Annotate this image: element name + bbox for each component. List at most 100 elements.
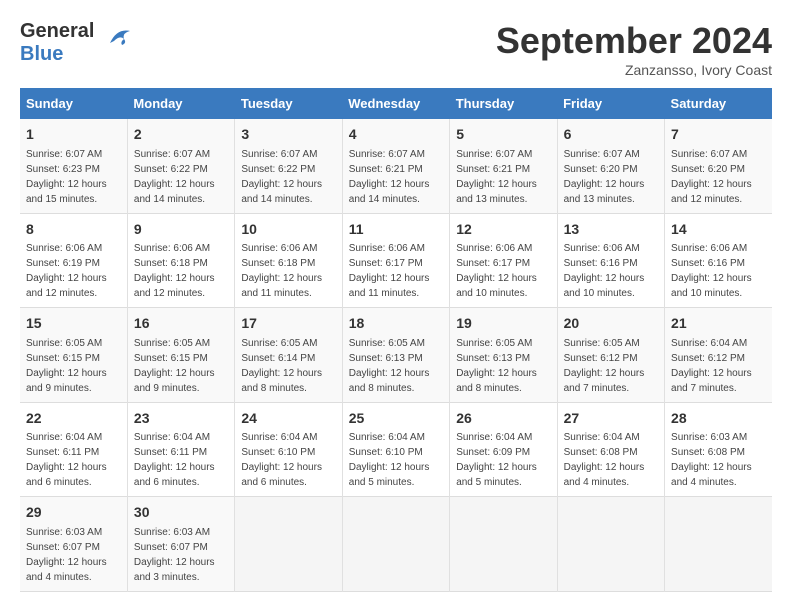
sunset-text: Sunset: 6:09 PM bbox=[456, 447, 530, 458]
day-number: 9 bbox=[134, 220, 228, 240]
sunrise-text: Sunrise: 6:06 AM bbox=[134, 243, 210, 254]
sunset-text: Sunset: 6:17 PM bbox=[456, 258, 530, 269]
daylight-text: Daylight: 12 hours and 8 minutes. bbox=[349, 368, 430, 394]
daylight-text: Daylight: 12 hours and 4 minutes. bbox=[564, 462, 645, 488]
sunrise-text: Sunrise: 6:04 AM bbox=[26, 432, 102, 443]
header-saturday: Saturday bbox=[665, 88, 772, 119]
day-number: 17 bbox=[241, 314, 335, 334]
calendar-week-row: 22Sunrise: 6:04 AMSunset: 6:11 PMDayligh… bbox=[20, 402, 772, 497]
month-title: September 2024 bbox=[496, 20, 772, 62]
daylight-text: Daylight: 12 hours and 13 minutes. bbox=[456, 179, 537, 205]
calendar-cell bbox=[450, 497, 557, 592]
calendar-cell: 15Sunrise: 6:05 AMSunset: 6:15 PMDayligh… bbox=[20, 308, 127, 403]
sunrise-text: Sunrise: 6:05 AM bbox=[134, 338, 210, 349]
day-number: 6 bbox=[564, 125, 658, 145]
calendar-week-row: 15 Sunrise: 6:05 AM Sunset: 6:15 PM Dayligh… bbox=[20, 308, 772, 403]
calendar-cell bbox=[665, 497, 772, 592]
sunrise-text: Sunrise: 6:07 AM bbox=[671, 149, 747, 160]
sunset-text: Sunset: 6:18 PM bbox=[134, 258, 208, 269]
daylight-text: Daylight: 12 hours and 8 minutes. bbox=[456, 368, 537, 394]
sunset-text: Sunset: 6:17 PM bbox=[349, 258, 423, 269]
sunset-text: Sunset: 6:12 PM bbox=[564, 353, 638, 364]
sunrise-text: Sunrise: 6:05 AM bbox=[564, 338, 640, 349]
daylight-text: Daylight: 12 hours and 3 minutes. bbox=[134, 557, 215, 583]
sunrise-text: Sunrise: 6:07 AM bbox=[134, 149, 210, 160]
calendar-cell: 20Sunrise: 6:05 AMSunset: 6:12 PMDayligh… bbox=[557, 308, 664, 403]
daylight-text: Daylight: 12 hours and 15 minutes. bbox=[26, 179, 107, 205]
sunset-text: Sunset: 6:23 PM bbox=[26, 164, 100, 175]
daylight-text: Daylight: 12 hours and 8 minutes. bbox=[241, 368, 322, 394]
day-number: 18 bbox=[349, 314, 443, 334]
sunset-text: Sunset: 6:14 PM bbox=[241, 353, 315, 364]
calendar-cell: 24 Sunrise: 6:04 AM Sunset: 6:10 PM Dayligh… bbox=[235, 402, 342, 497]
calendar-cell: 10Sunrise: 6:06 AMSunset: 6:18 PMDayligh… bbox=[235, 213, 342, 308]
calendar-cell: 7Sunrise: 6:07 AMSunset: 6:20 PMDaylight… bbox=[665, 119, 772, 213]
daylight-text: Daylight: 12 hours and 11 minutes. bbox=[349, 273, 430, 299]
calendar-cell: 8Sunrise: 6:06 AMSunset: 6:19 PMDaylight… bbox=[20, 213, 127, 308]
daylight-text: Daylight: 12 hours and 9 minutes. bbox=[134, 368, 215, 394]
sunset-text: Sunset: 6:11 PM bbox=[26, 447, 99, 458]
sunset-text: Sunset: 6:08 PM bbox=[564, 447, 638, 458]
sunset-text: Sunset: 6:10 PM bbox=[241, 447, 315, 458]
sunset-text: Sunset: 6:21 PM bbox=[349, 164, 423, 175]
day-number: 14 bbox=[671, 220, 766, 240]
sunrise-text: Sunrise: 6:04 AM bbox=[671, 338, 747, 349]
day-number: 1 bbox=[26, 125, 121, 145]
day-number: 12 bbox=[456, 220, 550, 240]
daylight-text: Daylight: 12 hours and 13 minutes. bbox=[564, 179, 645, 205]
daylight-text: Daylight: 12 hours and 5 minutes. bbox=[456, 462, 537, 488]
daylight-text: Daylight: 12 hours and 10 minutes. bbox=[564, 273, 645, 299]
sunset-text: Sunset: 6:13 PM bbox=[456, 353, 530, 364]
day-number: 11 bbox=[349, 220, 443, 240]
calendar-cell: 27 Sunrise: 6:04 AM Sunset: 6:08 PM Dayligh… bbox=[557, 402, 664, 497]
sunset-text: Sunset: 6:20 PM bbox=[671, 164, 745, 175]
sunrise-text: Sunrise: 6:06 AM bbox=[671, 243, 747, 254]
sunrise-text: Sunrise: 6:04 AM bbox=[564, 432, 640, 443]
sunset-text: Sunset: 6:15 PM bbox=[134, 353, 208, 364]
daylight-text: Daylight: 12 hours and 14 minutes. bbox=[134, 179, 215, 205]
calendar-table: Sunday Monday Tuesday Wednesday Thursday… bbox=[20, 88, 772, 592]
sunset-text: Sunset: 6:16 PM bbox=[671, 258, 745, 269]
daylight-text: Daylight: 12 hours and 5 minutes. bbox=[349, 462, 430, 488]
daylight-text: Daylight: 12 hours and 14 minutes. bbox=[349, 179, 430, 205]
calendar-cell: 19Sunrise: 6:05 AMSunset: 6:13 PMDayligh… bbox=[450, 308, 557, 403]
sunrise-text: Sunrise: 6:04 AM bbox=[456, 432, 532, 443]
calendar-week-row: 29Sunrise: 6:03 AMSunset: 6:07 PMDayligh… bbox=[20, 497, 772, 592]
calendar-cell: 6Sunrise: 6:07 AMSunset: 6:20 PMDaylight… bbox=[557, 119, 664, 213]
calendar-week-row: 1 Sunrise: 6:07 AM Sunset: 6:23 PM Daylight… bbox=[20, 119, 772, 213]
header-tuesday: Tuesday bbox=[235, 88, 342, 119]
sunset-text: Sunset: 6:07 PM bbox=[134, 542, 208, 553]
sunset-text: Sunset: 6:07 PM bbox=[26, 542, 100, 553]
day-number: 16 bbox=[134, 314, 228, 334]
calendar-week-row: 8 Sunrise: 6:06 AM Sunset: 6:19 PM Daylight… bbox=[20, 213, 772, 308]
day-number: 8 bbox=[26, 220, 121, 240]
daylight-text: Daylight: 12 hours and 6 minutes. bbox=[26, 462, 107, 488]
calendar-cell: 2Sunrise: 6:07 AMSunset: 6:22 PMDaylight… bbox=[127, 119, 234, 213]
daylight-text: Daylight: 12 hours and 6 minutes. bbox=[241, 462, 322, 488]
day-number: 24 bbox=[241, 409, 335, 429]
sunrise-text: Sunrise: 6:06 AM bbox=[456, 243, 532, 254]
sunrise-text: Sunrise: 6:04 AM bbox=[241, 432, 317, 443]
day-number: 7 bbox=[671, 125, 766, 145]
sunset-text: Sunset: 6:10 PM bbox=[349, 447, 423, 458]
daylight-text: Daylight: 12 hours and 7 minutes. bbox=[564, 368, 645, 394]
sunset-text: Sunset: 6:22 PM bbox=[241, 164, 315, 175]
day-number: 2 bbox=[134, 125, 228, 145]
day-number: 15 bbox=[26, 314, 121, 334]
calendar-header: Sunday Monday Tuesday Wednesday Thursday… bbox=[20, 88, 772, 119]
daylight-text: Daylight: 12 hours and 11 minutes. bbox=[241, 273, 322, 299]
sunset-text: Sunset: 6:08 PM bbox=[671, 447, 745, 458]
day-number: 27 bbox=[564, 409, 658, 429]
daylight-text: Daylight: 12 hours and 9 minutes. bbox=[26, 368, 107, 394]
page-header: General Blue September 2024 Zanzansso, I… bbox=[20, 20, 772, 78]
daylight-text: Daylight: 12 hours and 6 minutes. bbox=[134, 462, 215, 488]
calendar-cell: 4Sunrise: 6:07 AMSunset: 6:21 PMDaylight… bbox=[342, 119, 449, 213]
day-number: 21 bbox=[671, 314, 766, 334]
day-number: 10 bbox=[241, 220, 335, 240]
sunrise-text: Sunrise: 6:07 AM bbox=[349, 149, 425, 160]
sunset-text: Sunset: 6:19 PM bbox=[26, 258, 100, 269]
day-number: 13 bbox=[564, 220, 658, 240]
day-number: 28 bbox=[671, 409, 766, 429]
calendar-cell: 22Sunrise: 6:04 AMSunset: 6:11 PMDayligh… bbox=[20, 402, 127, 497]
sunrise-text: Sunrise: 6:05 AM bbox=[456, 338, 532, 349]
